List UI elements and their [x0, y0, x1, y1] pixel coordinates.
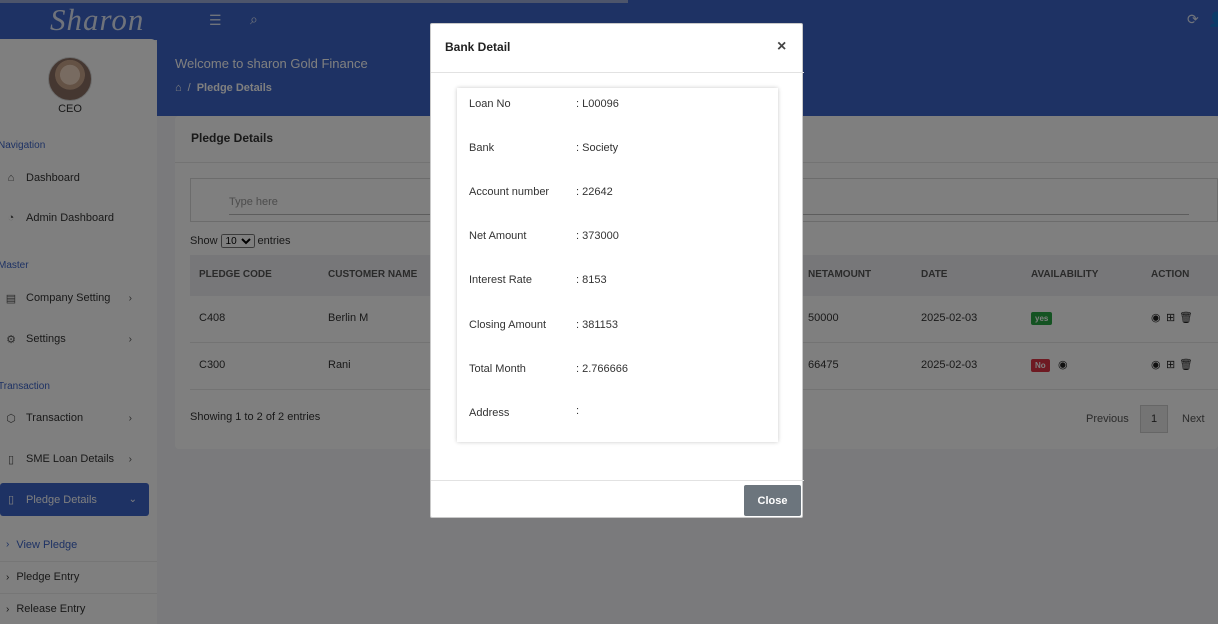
modal-title: Bank Detail — [445, 40, 511, 54]
field-value: : L00096 — [576, 98, 619, 110]
field-value: : 373000 — [576, 230, 619, 242]
field-label: Bank — [469, 142, 495, 154]
field-label: Loan No — [469, 98, 511, 110]
divider — [431, 72, 804, 73]
field-label: Interest Rate — [469, 274, 532, 286]
field-value: : 2.766666 — [576, 363, 628, 375]
field-label: Address — [469, 407, 510, 419]
divider — [431, 480, 804, 481]
close-icon[interactable]: × — [777, 38, 786, 56]
field-value: : 381153 — [576, 319, 619, 331]
field-value: : 8153 — [576, 274, 607, 286]
field-label: Closing Amount — [469, 319, 547, 331]
bank-detail-panel: Loan No : L00096 Bank : Society Account … — [457, 88, 778, 442]
field-label: Total Month — [469, 363, 526, 375]
field-value: : 22642 — [576, 186, 613, 198]
field-value: : Society — [576, 142, 619, 154]
field-value: : — [576, 405, 580, 417]
field-label: Account number — [469, 186, 550, 198]
close-button[interactable]: Close — [744, 485, 801, 516]
bank-detail-modal: Bank Detail × Loan No : L00096 Bank : So… — [430, 23, 804, 518]
field-label: Net Amount — [469, 230, 527, 242]
